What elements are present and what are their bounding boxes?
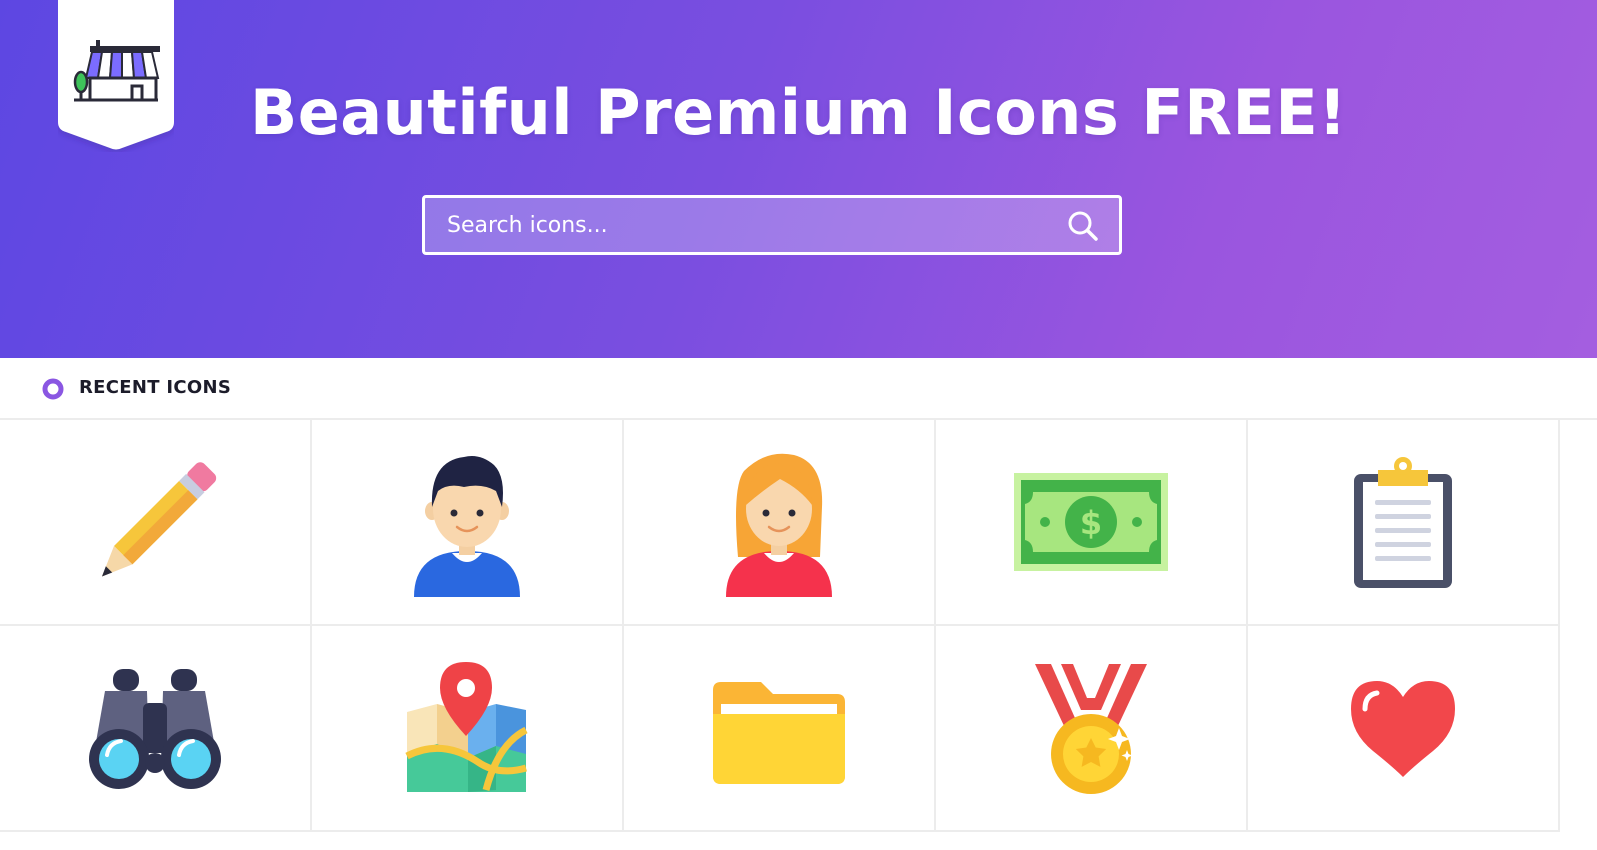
icon-tile-map-pin[interactable] — [312, 626, 624, 832]
search-bar — [422, 195, 1122, 255]
clipboard-icon — [1354, 457, 1452, 588]
icon-tile-binoculars[interactable] — [0, 626, 312, 832]
icon-tile-boy-avatar[interactable] — [312, 420, 624, 626]
search-icon[interactable] — [1067, 210, 1099, 242]
map-pin-icon — [405, 662, 528, 792]
dollar-bill-icon: $ — [1014, 473, 1168, 571]
page-title: Beautiful Premium Icons FREE! — [250, 76, 1347, 149]
svg-text:$: $ — [1080, 504, 1102, 542]
recent-icons-grid: $ — [0, 420, 1597, 850]
girl-avatar-icon — [726, 453, 832, 597]
icon-tile-dollar-bill[interactable]: $ — [936, 420, 1248, 626]
icon-tile-girl-avatar[interactable] — [624, 420, 936, 626]
search-input[interactable] — [425, 198, 1045, 252]
hero-banner: Beautiful Premium Icons FREE! — [0, 0, 1597, 358]
heart-icon — [1351, 681, 1455, 777]
recent-icons-header: RECENT ICONS — [0, 358, 1597, 420]
medal-icon — [1035, 664, 1147, 794]
binoculars-icon — [89, 669, 221, 789]
icon-tile-folder[interactable] — [624, 626, 936, 832]
boy-avatar-icon — [414, 456, 520, 597]
section-title: RECENT ICONS — [79, 377, 232, 398]
icon-tile-heart[interactable] — [1248, 626, 1560, 832]
icon-tile-clipboard[interactable] — [1248, 420, 1560, 626]
section-marker-icon — [42, 378, 64, 400]
pencil-icon — [101, 462, 217, 577]
folder-icon — [713, 682, 845, 784]
icon-tile-medal[interactable] — [936, 626, 1248, 832]
icon-tile-pencil[interactable] — [0, 420, 312, 626]
